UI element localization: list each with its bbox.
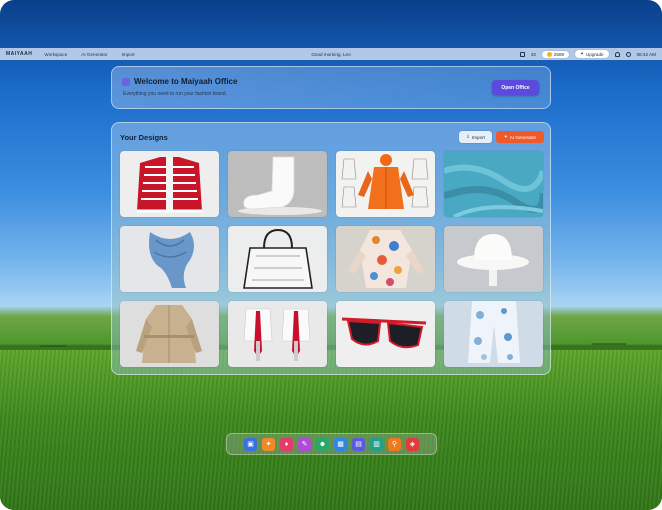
design-tile-bucket-hat[interactable] (444, 226, 543, 292)
app-dock: ▣ ✦ ♦ ✎ ☻ ▦ ▤ ▥ ⚲ ◈ (226, 433, 437, 455)
bucket-hat-image (444, 226, 543, 292)
nav-ai-generator[interactable]: AI Generator (81, 52, 107, 57)
design-tile-floral-robe[interactable] (336, 226, 435, 292)
bell-icon[interactable] (614, 51, 620, 57)
designs-title: Your Designs (120, 133, 168, 142)
dock-app-brush[interactable]: ✎ (298, 437, 311, 451)
nav-workspace[interactable]: Workspace (44, 52, 67, 57)
shirt-icon: ♦ (284, 440, 289, 448)
blue-scarf-image (120, 226, 219, 292)
upgrade-button[interactable]: ✦ Upgrade (575, 50, 609, 58)
designs-grid (120, 151, 543, 367)
tray-label: 43 (530, 51, 536, 57)
top-bar-right: 43 2589 ✦ Upgrade 08:42 AM (519, 50, 656, 58)
desktop: MAIYAAH Workspace AI Generator Import Go… (0, 0, 662, 510)
open-office-button[interactable]: Open Office (492, 80, 539, 95)
sunglasses-image (336, 301, 435, 367)
design-tile-trench-coat[interactable] (120, 301, 219, 367)
design-tile-red-cardigan[interactable] (120, 151, 219, 217)
calendar-icon: ▦ (337, 440, 344, 448)
dock-app-search[interactable]: ⚲ (388, 437, 401, 451)
welcome-title-text: Welcome to Maiyaah Office (134, 77, 238, 86)
floral-robe-image (336, 226, 435, 292)
welcome-subtitle: Everything you need to run your fashion … (123, 91, 227, 97)
user-icon[interactable] (625, 51, 631, 57)
dock-app-calendar[interactable]: ▦ (334, 437, 347, 451)
design-tile-raincoat[interactable] (336, 151, 435, 217)
dock-app-gallery[interactable]: ▣ (244, 437, 257, 451)
dock-app-shirt[interactable]: ♦ (280, 437, 293, 451)
shopping-bag-icon (122, 77, 130, 86)
dock-app-mix[interactable]: ✦ (262, 437, 275, 451)
design-tile-sunglasses[interactable] (336, 301, 435, 367)
red-cardigan-image (120, 151, 219, 217)
coin-icon (546, 51, 552, 57)
welcome-title: Welcome to Maiyaah Office (122, 77, 237, 86)
design-tile-blue-fabric[interactable] (444, 151, 543, 217)
wand-icon: ✦ (503, 134, 508, 139)
design-tile-sock[interactable] (228, 151, 327, 217)
dock-app-box[interactable]: ◈ (406, 437, 419, 451)
search-icon: ⚲ (391, 440, 398, 448)
store-icon: ▤ (355, 440, 362, 448)
red-ties-image (228, 301, 327, 367)
dock-app-store[interactable]: ▤ (352, 437, 365, 451)
sock-image (228, 151, 327, 217)
clock-time: 08:42 AM (636, 51, 656, 57)
sparkle-icon: ✦ (580, 51, 584, 56)
design-tile-clear-tote[interactable] (228, 226, 327, 292)
dock-app-print[interactable]: ▥ (370, 437, 383, 451)
ai-generator-button[interactable]: ✦ AI Generator (496, 131, 544, 143)
upgrade-label: Upgrade (585, 51, 604, 57)
nav-import[interactable]: Import (122, 52, 135, 57)
designs-panel: Your Designs ⇩ Import ✦ AI Generator (111, 122, 551, 375)
top-bar: MAIYAAH Workspace AI Generator Import Go… (0, 48, 662, 60)
clear-tote-image (228, 226, 327, 292)
credits-value: 2589 (553, 51, 565, 57)
raincoat-image (336, 151, 435, 217)
people-icon: ☻ (318, 440, 327, 448)
mix-icon: ✦ (265, 440, 272, 448)
import-button[interactable]: ⇩ Import (459, 131, 492, 143)
blue-fabric-image (444, 151, 543, 217)
ai-generator-label: AI Generator (509, 134, 537, 140)
floral-shorts-image (444, 301, 543, 367)
brush-icon: ✎ (301, 440, 308, 448)
design-tile-floral-shorts[interactable] (444, 301, 543, 367)
design-tile-red-ties[interactable] (228, 301, 327, 367)
brand-logo[interactable]: MAIYAAH (6, 51, 32, 57)
credits-badge[interactable]: 2589 (541, 50, 570, 58)
microphone-icon[interactable] (519, 51, 525, 57)
welcome-card: Welcome to Maiyaah Office Everything you… (111, 66, 551, 109)
import-icon: ⇩ (466, 134, 470, 139)
dock-app-people[interactable]: ☻ (316, 437, 329, 451)
gallery-icon: ▣ (247, 440, 254, 448)
trench-coat-image (120, 301, 219, 367)
import-label: Import (471, 134, 485, 140)
box-icon: ◈ (409, 440, 416, 448)
print-icon: ▥ (373, 440, 380, 448)
top-nav: Workspace AI Generator Import (44, 52, 134, 57)
design-tile-blue-scarf[interactable] (120, 226, 219, 292)
